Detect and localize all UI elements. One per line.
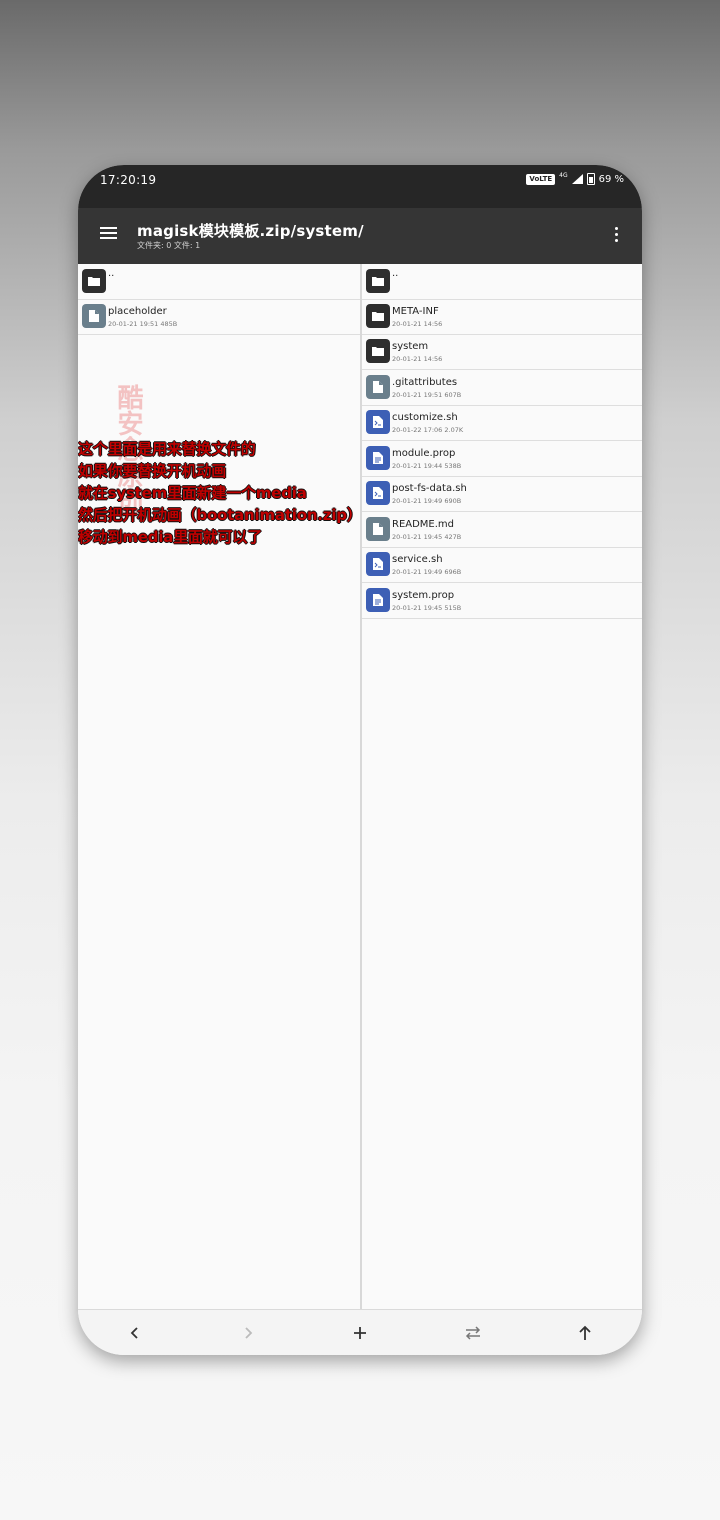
- item-name: README.md: [392, 519, 455, 530]
- annotation-line: 移动到media里面就可以了: [78, 528, 263, 546]
- battery-icon: [586, 173, 595, 185]
- script-file-icon: [366, 410, 390, 434]
- list-item[interactable]: system 20-01-21 14:56: [362, 334, 642, 370]
- right-pane[interactable]: .. META-INF 20-01-21 14:56 system 20-01-…: [362, 264, 642, 1309]
- list-item-parent[interactable]: ..: [78, 264, 360, 300]
- document-file-icon: [366, 446, 390, 470]
- up-arrow-icon[interactable]: [571, 1320, 599, 1346]
- annotation-line: 这个里面是用来替换文件的: [78, 440, 256, 458]
- status-icons: VoLTE 4G 69 %: [526, 171, 624, 185]
- list-item[interactable]: .gitattributes 20-01-21 19:51 607B: [362, 370, 642, 406]
- list-item[interactable]: module.prop 20-01-21 19:44 538B: [362, 441, 642, 477]
- item-name: placeholder: [108, 306, 167, 317]
- folder-icon: [366, 339, 390, 363]
- item-meta: 20-01-21 19:51 607B: [392, 391, 462, 399]
- item-meta: 20-01-21 19:45 427B: [392, 533, 462, 541]
- list-item[interactable]: META-INF 20-01-21 14:56: [362, 299, 642, 335]
- document-file-icon: [366, 588, 390, 612]
- item-meta: 20-01-21 14:56: [392, 320, 443, 328]
- status-time: 17:20:19: [100, 173, 157, 187]
- item-meta: 20-01-22 17:06 2.07K: [392, 426, 464, 434]
- back-arrow-icon[interactable]: [121, 1320, 149, 1346]
- more-vert-icon[interactable]: [610, 224, 622, 246]
- folder-icon: [366, 269, 390, 293]
- hamburger-menu-icon[interactable]: [98, 222, 120, 244]
- list-item[interactable]: service.sh 20-01-21 19:49 696B: [362, 547, 642, 583]
- add-icon[interactable]: [346, 1320, 374, 1346]
- item-meta: 20-01-21 19:44 538B: [392, 462, 462, 470]
- list-item[interactable]: README.md 20-01-21 19:45 427B: [362, 512, 642, 548]
- list-item[interactable]: post-fs-data.sh 20-01-21 19:49 690B: [362, 476, 642, 512]
- item-name: system: [392, 341, 429, 352]
- list-item[interactable]: placeholder 20-01-21 19:51 485B: [78, 299, 360, 335]
- bottom-toolbar: [78, 1309, 642, 1355]
- list-item-parent[interactable]: ..: [362, 264, 642, 300]
- item-meta: 20-01-21 19:51 485B: [108, 320, 178, 328]
- page-title: magisk模块模板.zip/system/: [137, 222, 364, 240]
- battery-level: 69 %: [598, 173, 624, 185]
- file-icon: [82, 304, 106, 328]
- script-file-icon: [366, 552, 390, 576]
- item-name: system.prop: [392, 590, 455, 601]
- script-file-icon: [366, 481, 390, 505]
- network-type: 4G: [559, 171, 568, 179]
- folder-icon: [82, 269, 106, 293]
- annotation-line: 如果你要替换开机动画: [78, 462, 227, 480]
- item-name: META-INF: [392, 306, 439, 317]
- annotation-line: 然后把开机动画（bootanimation.zip）: [78, 506, 360, 524]
- list-item[interactable]: system.prop 20-01-21 19:45 515B: [362, 583, 642, 619]
- item-name: .gitattributes: [392, 377, 458, 388]
- annotation-text: 这个里面是用来替换文件的 如果你要替换开机动画 就在system里面新建一个me…: [78, 438, 360, 548]
- volte-badge: VoLTE: [526, 173, 556, 185]
- item-name: service.sh: [392, 554, 443, 565]
- item-meta: 20-01-21 19:49 696B: [392, 568, 462, 576]
- file-icon: [366, 375, 390, 399]
- item-name: ..: [392, 268, 399, 279]
- list-item[interactable]: customize.sh 20-01-22 17:06 2.07K: [362, 405, 642, 441]
- item-name: module.prop: [392, 448, 456, 459]
- swap-icon[interactable]: [459, 1320, 487, 1346]
- app-bar: magisk模块模板.zip/system/ 文件夹: 0 文件: 1: [78, 208, 642, 264]
- folder-file-count: 文件夹: 0 文件: 1: [137, 241, 201, 250]
- annotation-line: 就在system里面新建一个media: [78, 484, 307, 502]
- left-pane[interactable]: .. placeholder 20-01-21 19:51 485B 酷安念原创…: [78, 264, 360, 1309]
- signal-icon: [571, 174, 583, 184]
- status-bar: 17:20:19 VoLTE 4G 69 %: [78, 165, 642, 208]
- item-name: post-fs-data.sh: [392, 483, 467, 494]
- item-meta: 20-01-21 19:49 690B: [392, 497, 462, 505]
- forward-arrow-icon[interactable]: [234, 1320, 262, 1346]
- item-meta: 20-01-21 19:45 515B: [392, 604, 462, 612]
- item-meta: 20-01-21 14:56: [392, 355, 443, 363]
- dual-pane-browser: .. placeholder 20-01-21 19:51 485B 酷安念原创…: [78, 264, 642, 1309]
- phone-frame: 17:20:19 VoLTE 4G 69 % magisk模块模板.zip/sy…: [78, 165, 642, 1355]
- item-name: customize.sh: [392, 412, 458, 423]
- file-icon: [366, 517, 390, 541]
- item-name: ..: [108, 268, 115, 279]
- folder-icon: [366, 304, 390, 328]
